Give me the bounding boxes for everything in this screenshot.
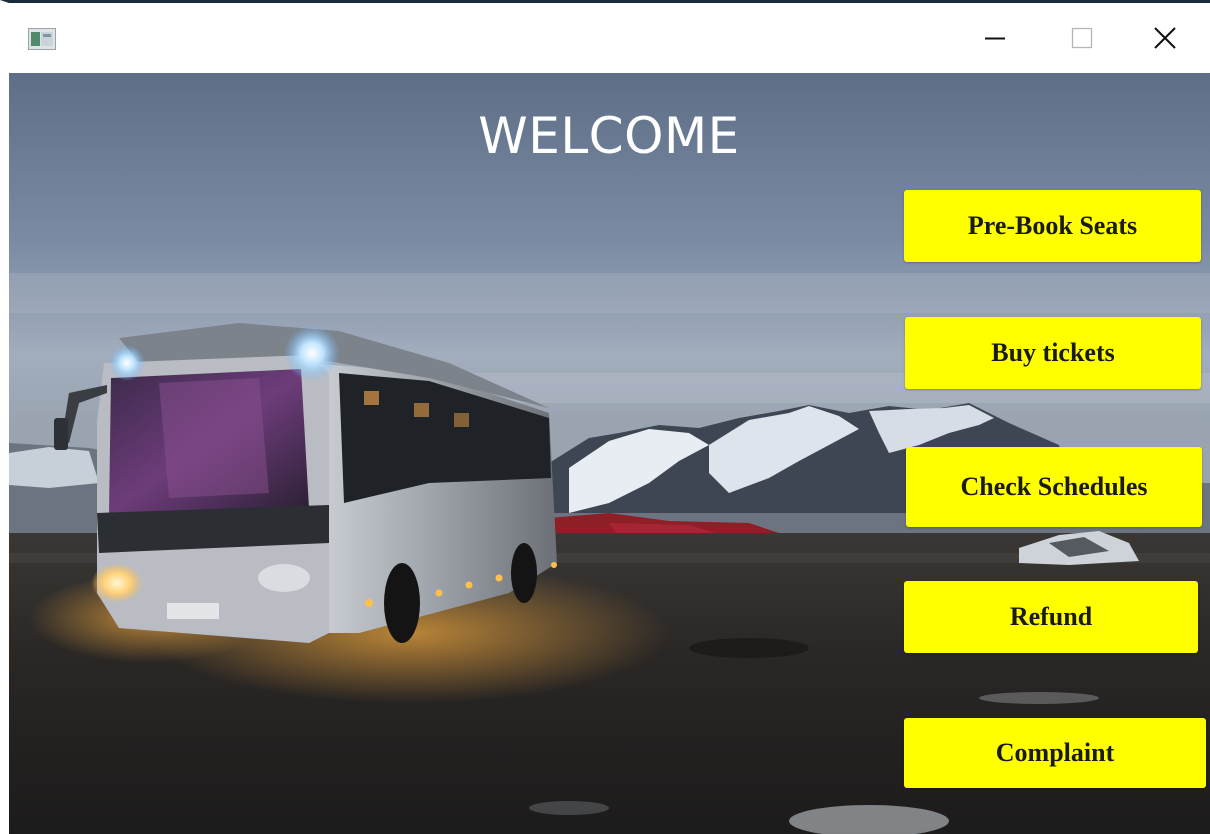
title-bar[interactable]: [9, 3, 1210, 73]
welcome-panel: WELCOME Pre-Book Seats Buy tickets Check…: [9, 73, 1210, 834]
buy-tickets-button[interactable]: Buy tickets: [905, 317, 1201, 389]
app-window-icon: [28, 28, 56, 50]
close-button[interactable]: [1137, 3, 1193, 73]
complaint-button[interactable]: Complaint: [904, 718, 1206, 788]
minimize-icon: [985, 37, 1005, 40]
maximize-icon: [1071, 27, 1093, 49]
minimize-button[interactable]: [967, 3, 1023, 73]
welcome-heading: WELCOME: [478, 107, 740, 165]
app-window: WELCOME Pre-Book Seats Buy tickets Check…: [0, 0, 1210, 834]
close-icon: [1154, 27, 1176, 49]
pre-book-seats-button[interactable]: Pre-Book Seats: [904, 190, 1201, 262]
maximize-button[interactable]: [1054, 3, 1110, 73]
check-schedules-button[interactable]: Check Schedules: [906, 447, 1202, 527]
refund-button[interactable]: Refund: [904, 581, 1198, 653]
